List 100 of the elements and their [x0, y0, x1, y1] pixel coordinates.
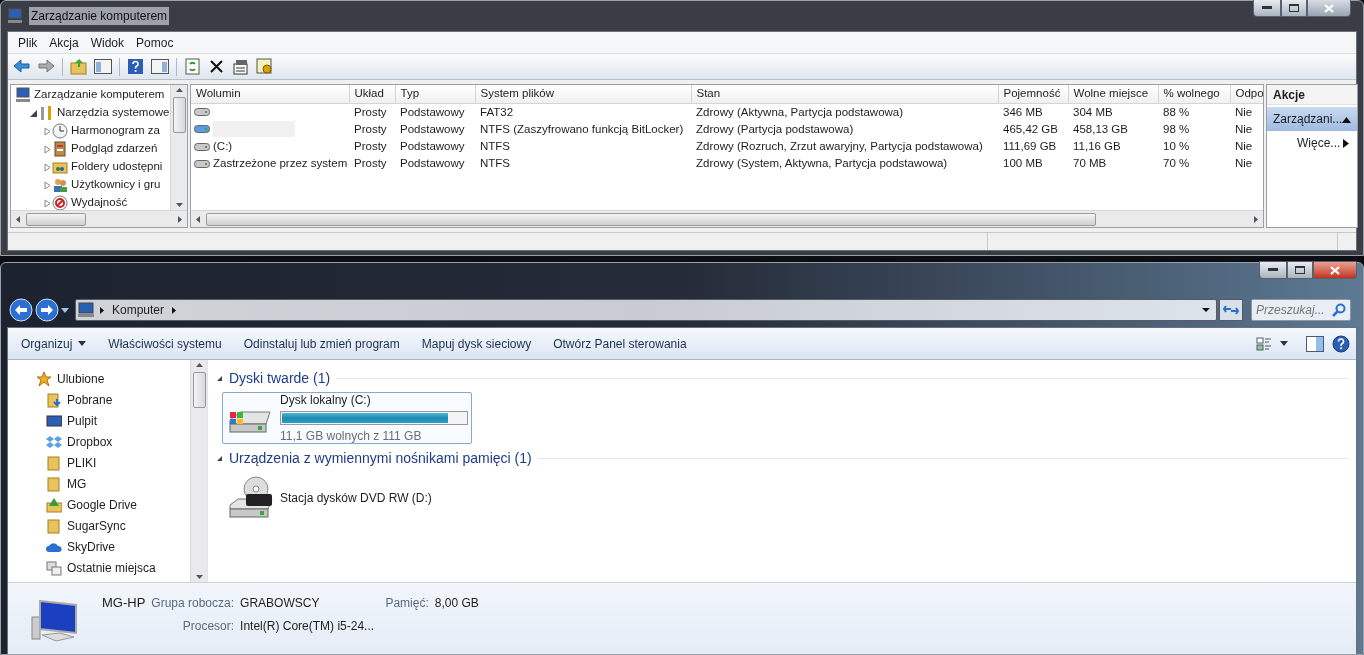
- command-button[interactable]: Odinstaluj lub zmień program: [236, 331, 407, 356]
- tree-item[interactable]: Użytkownicy i gru: [71, 176, 161, 194]
- command-button[interactable]: Właściwości systemu: [101, 331, 229, 356]
- column-header[interactable]: Pojemność: [998, 85, 1068, 103]
- expanded-arrow-icon[interactable]: [216, 454, 223, 462]
- scroll-left-icon[interactable]: [193, 214, 202, 224]
- tree-item[interactable]: Podgląd zdarzeń: [71, 140, 158, 158]
- scroll-thumb[interactable]: [192, 372, 206, 408]
- menu-item[interactable]: Pomoc: [130, 32, 180, 53]
- close-button[interactable]: [1313, 261, 1357, 279]
- collapsed-arrow-icon[interactable]: [43, 180, 52, 190]
- collapsed-arrow-icon[interactable]: [43, 126, 52, 136]
- drive-tile[interactable]: Dysk lokalny (C:) 11,1 GB wolnych z 111 GB: [222, 392, 472, 444]
- scrollbar[interactable]: [11, 210, 187, 227]
- settings-icon[interactable]: [256, 58, 274, 75]
- actions-panel-icon[interactable]: [151, 58, 169, 75]
- column-header[interactable]: Typ: [395, 85, 475, 103]
- address-bar[interactable]: Komputer: [75, 299, 1217, 321]
- back-icon[interactable]: [9, 298, 33, 322]
- tree-item[interactable]: Foldery udostępni: [71, 158, 163, 176]
- forward-icon[interactable]: [35, 298, 59, 322]
- maximize-button[interactable]: [1287, 261, 1313, 279]
- collapsed-arrow-icon[interactable]: [43, 198, 52, 208]
- table-cell-text: Nie: [1234, 139, 1254, 154]
- minimize-button[interactable]: [1253, 0, 1281, 17]
- breadcrumb-item[interactable]: Komputer: [108, 301, 169, 319]
- drive-name[interactable]: Dysk lokalny (C:): [280, 391, 468, 409]
- help-icon[interactable]: [1332, 334, 1350, 353]
- menu-item[interactable]: Akcja: [43, 32, 85, 53]
- collapsed-arrow-icon[interactable]: [43, 144, 52, 154]
- navigation-item[interactable]: MG: [67, 474, 87, 493]
- column-header[interactable]: System plików: [475, 85, 691, 103]
- tree-item[interactable]: Wydajność: [71, 194, 128, 210]
- scroll-right-icon[interactable]: [1252, 214, 1261, 224]
- scroll-right-icon[interactable]: [176, 214, 185, 224]
- navigation-item[interactable]: Dropbox: [67, 432, 113, 451]
- field-value: GRABOWSCY: [240, 595, 321, 612]
- minimize-button[interactable]: [1259, 261, 1287, 279]
- scrollbar[interactable]: [170, 85, 187, 210]
- group-header[interactable]: Dyski twarde (1): [229, 367, 331, 389]
- drive-tile[interactable]: Stacja dysków DVD RW (D:): [222, 472, 472, 524]
- navigation-item[interactable]: Pulpit: [67, 411, 98, 430]
- tree-item[interactable]: Harmonogram za: [71, 122, 160, 140]
- table-cell-text: NTFS: [479, 156, 512, 172]
- column-header[interactable]: % wolnego: [1158, 85, 1230, 103]
- search-field[interactable]: Przeszukaj...: [1251, 299, 1351, 321]
- expanded-arrow-icon[interactable]: [29, 108, 38, 118]
- window-title: Zarządzanie komputerem: [29, 7, 170, 25]
- scroll-left-icon[interactable]: [13, 214, 22, 224]
- drive-name[interactable]: Stacja dysków DVD RW (D:): [280, 489, 432, 507]
- navigation-item[interactable]: Pobrane: [67, 390, 113, 409]
- dropdown-arrow-icon[interactable]: [61, 307, 69, 313]
- command-button[interactable]: Organizuj: [14, 331, 94, 356]
- scrollbar[interactable]: [191, 210, 1263, 227]
- dropdown-arrow-icon[interactable]: [1280, 341, 1288, 346]
- navigation-item[interactable]: PLIKI: [67, 453, 97, 472]
- refresh-icon[interactable]: [184, 58, 202, 75]
- column-header[interactable]: Układ: [349, 85, 395, 103]
- menu-item[interactable]: Plik: [12, 32, 44, 53]
- command-button[interactable]: Mapuj dysk sieciowy: [414, 331, 539, 356]
- scrollbar[interactable]: [190, 360, 207, 582]
- group-header[interactable]: Urządzenia z wymiennymi nośnikami pamięci (1): [229, 447, 532, 469]
- navigation-item[interactable]: Ulubione: [57, 369, 105, 388]
- column-header[interactable]: Wolne miejsce: [1068, 85, 1158, 103]
- view-options-icon[interactable]: [1256, 335, 1272, 352]
- navigation-item[interactable]: Google Drive: [67, 495, 138, 514]
- column-header[interactable]: Wolumin: [191, 85, 349, 103]
- tree-item[interactable]: Zarządzanie komputerem: [34, 86, 165, 104]
- properties-icon[interactable]: [232, 58, 250, 75]
- help-icon[interactable]: [127, 58, 145, 75]
- navigation-item[interactable]: SugarSync: [67, 516, 126, 535]
- actions-section-header[interactable]: Zarządzani...: [1267, 107, 1358, 131]
- action-link[interactable]: Więce...: [1267, 131, 1358, 155]
- drive-icon: [194, 107, 210, 118]
- table-cell-text: Prosty: [353, 139, 388, 154]
- scroll-thumb[interactable]: [26, 212, 86, 226]
- preview-pane-icon[interactable]: [1306, 335, 1324, 352]
- scroll-up-icon[interactable]: [174, 85, 184, 94]
- dropbox-icon: [46, 433, 62, 450]
- command-button[interactable]: Otwórz Panel sterowania: [546, 331, 694, 356]
- tree-item[interactable]: Narzędzia systemowe: [57, 104, 170, 122]
- navigation-item[interactable]: SkyDrive: [67, 537, 115, 556]
- column-header[interactable]: Odpo: [1230, 85, 1263, 103]
- maximize-button[interactable]: [1281, 0, 1307, 17]
- computer-management-icon: [7, 8, 23, 24]
- table-cell-text: Podstawowy: [399, 121, 466, 137]
- refresh-button[interactable]: [1219, 299, 1243, 321]
- navigation-item[interactable]: Ostatnie miejsca: [67, 558, 156, 577]
- close-button[interactable]: [1307, 0, 1351, 17]
- table-cell-text: 10 %: [1162, 139, 1191, 154]
- close-icon: [1330, 265, 1340, 275]
- tree-panel-icon[interactable]: [94, 58, 112, 75]
- menu-item[interactable]: Widok: [84, 32, 131, 53]
- scroll-thumb[interactable]: [206, 212, 1096, 226]
- delete-icon[interactable]: [208, 58, 226, 75]
- column-header[interactable]: Stan: [691, 85, 998, 103]
- expanded-arrow-icon[interactable]: [216, 374, 223, 382]
- collapsed-arrow-icon[interactable]: [43, 162, 52, 172]
- scroll-thumb[interactable]: [172, 97, 186, 133]
- folder-up-icon[interactable]: [70, 58, 88, 75]
